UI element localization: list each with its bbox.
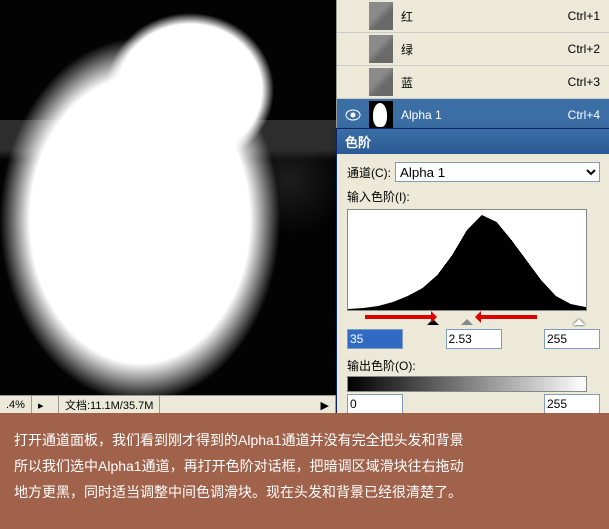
caption-line: 所以我们选中Alpha1通道，再打开色阶对话框，把暗调区域滑块往右拖动 <box>14 453 595 479</box>
output-low-input[interactable] <box>347 394 403 414</box>
channel-shortcut: Ctrl+3 <box>568 75 600 89</box>
channel-select[interactable]: Alpha 1 <box>395 162 600 182</box>
channel-shortcut: Ctrl+2 <box>568 42 600 56</box>
channel-shortcut: Ctrl+1 <box>568 9 600 23</box>
visibility-toggle[interactable] <box>343 6 363 26</box>
status-icon: ▸ <box>32 396 59 414</box>
explanation-caption: 打开通道面板，我们看到刚才得到的Alpha1通道并没有完全把头发和背景 所以我们… <box>0 413 609 529</box>
caption-line: 打开通道面板，我们看到刚才得到的Alpha1通道并没有完全把头发和背景 <box>14 427 595 453</box>
visibility-toggle[interactable] <box>343 105 363 125</box>
status-bar: .4% ▸ 文档:11.1M/35.7M ▶ <box>0 395 336 414</box>
status-arrow-icon: ▶ <box>160 396 336 414</box>
channels-panel: 红 Ctrl+1 绿 Ctrl+2 蓝 Ctrl+3 Alpha 1 Ctrl+… <box>336 0 609 132</box>
highlight-slider[interactable] <box>573 313 585 325</box>
channel-select-label: 通道(C): <box>347 164 391 181</box>
channel-name: 红 <box>401 8 568 25</box>
visibility-toggle[interactable] <box>343 39 363 59</box>
midtone-input[interactable] <box>446 329 502 349</box>
channel-thumb <box>369 101 393 129</box>
channel-name: 绿 <box>401 41 568 58</box>
channel-name: 蓝 <box>401 74 568 91</box>
zoom-level[interactable]: .4% <box>0 396 32 414</box>
canvas-alpha-preview <box>0 0 336 395</box>
output-levels-label: 输出色阶(O): <box>347 357 600 374</box>
channel-shortcut: Ctrl+4 <box>568 108 600 122</box>
channel-thumb <box>369 35 393 63</box>
histogram <box>347 209 587 311</box>
channel-thumb <box>369 2 393 30</box>
output-gradient[interactable] <box>347 376 587 392</box>
channel-row-red[interactable]: 红 Ctrl+1 <box>337 0 609 33</box>
slider-track[interactable] <box>347 313 585 327</box>
doc-size: 文档:11.1M/35.7M <box>59 396 160 414</box>
channel-thumb <box>369 68 393 96</box>
channel-name: Alpha 1 <box>401 108 568 122</box>
caption-line: 地方更黑，同时适当调整中间色调滑块。现在头发和背景已经很清楚了。 <box>14 479 595 505</box>
dialog-title: 色阶 <box>337 129 609 154</box>
eye-icon <box>345 109 361 121</box>
channel-row-green[interactable]: 绿 Ctrl+2 <box>337 33 609 66</box>
annotation-arrow-icon <box>477 315 537 319</box>
highlight-input[interactable] <box>544 329 600 349</box>
histogram-svg <box>348 210 586 310</box>
input-levels-label: 输入色阶(I): <box>347 188 600 205</box>
shadow-input[interactable] <box>347 329 403 349</box>
channel-row-blue[interactable]: 蓝 Ctrl+3 <box>337 66 609 99</box>
output-high-input[interactable] <box>544 394 600 414</box>
levels-dialog: 色阶 通道(C): Alpha 1 输入色阶(I): 输出色阶(O): <box>336 128 609 430</box>
visibility-toggle[interactable] <box>343 72 363 92</box>
annotation-arrow-icon <box>365 315 435 319</box>
